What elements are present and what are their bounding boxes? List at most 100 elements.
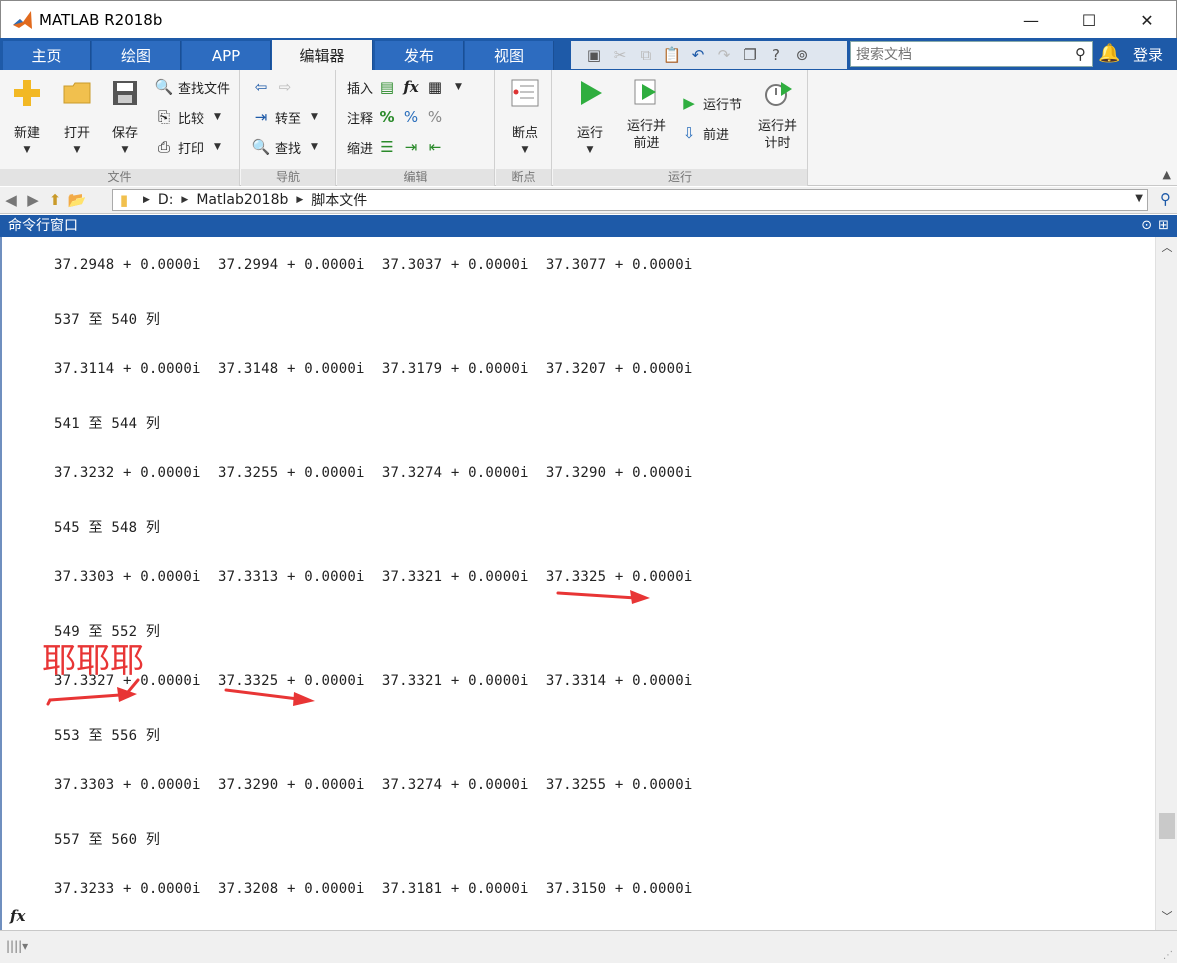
- chevron-down-icon[interactable]: ▼: [455, 82, 462, 92]
- forward-arrow-icon[interactable]: ▶: [22, 189, 44, 211]
- tab-home[interactable]: 主页: [3, 41, 91, 70]
- grip-icon[interactable]: ||||▾: [6, 939, 28, 953]
- customize-dropdown-icon[interactable]: ⊚: [791, 44, 813, 66]
- goto-button[interactable]: ⇥ 转至 ▼: [251, 106, 318, 128]
- resize-grip-icon[interactable]: ⋰: [1163, 950, 1173, 961]
- up-folder-icon[interactable]: ⬆: [44, 189, 66, 211]
- path-segment[interactable]: Matlab2018b: [196, 192, 288, 208]
- annotation-text: 耶耶耶: [42, 641, 144, 681]
- advance-icon: ⇩: [682, 124, 696, 142]
- title-bar: MATLAB R2018b — ☐ ✕: [0, 0, 1177, 38]
- tab-editor[interactable]: 编辑器: [272, 40, 373, 70]
- output-line: 553 至 556 列: [54, 728, 161, 744]
- find-files-label: 查找文件: [178, 81, 231, 97]
- collapse-ribbon-icon[interactable]: ▲: [1163, 168, 1171, 181]
- actions-menu-icon[interactable]: ⊙: [1141, 215, 1152, 237]
- run-advance-button[interactable]: 运行并 前进: [627, 76, 666, 152]
- chevron-down-icon: ▼: [23, 145, 31, 155]
- output-line: 37.3114 + 0.0000i 37.3148 + 0.0000i 37.3…: [54, 361, 693, 377]
- maximize-button[interactable]: ☐: [1060, 1, 1118, 39]
- back-forward-buttons[interactable]: ⇦ ⇨: [251, 76, 295, 98]
- breakpoints-icon: [508, 76, 542, 110]
- find-button[interactable]: 🔍 查找 ▼: [251, 136, 318, 158]
- run-section-icon: ▶: [683, 94, 695, 112]
- chevron-down-icon: ▼: [73, 145, 81, 155]
- tab-view[interactable]: 视图: [465, 41, 554, 70]
- decrease-indent-icon[interactable]: ⇤: [425, 137, 445, 157]
- save-button[interactable]: 保存 ▼: [108, 76, 142, 155]
- copy-icon[interactable]: ⧉: [635, 44, 657, 66]
- tab-plots[interactable]: 绘图: [92, 41, 181, 70]
- redo-icon[interactable]: ↷: [713, 44, 735, 66]
- save-label: 保存: [111, 126, 138, 141]
- find-files-button[interactable]: 🔍 查找文件: [154, 76, 230, 98]
- compare-button[interactable]: ⎘ 比较 ▼: [154, 106, 221, 128]
- vertical-scrollbar[interactable]: ︿ ﹀: [1155, 237, 1177, 930]
- chevron-down-icon: ▼: [121, 145, 129, 155]
- chevron-down-icon: ▼: [214, 112, 221, 122]
- scroll-down-icon[interactable]: ﹀: [1156, 908, 1177, 928]
- chevron-down-icon: ▼: [214, 142, 221, 152]
- advance-button[interactable]: ⇩ 前进: [679, 122, 729, 144]
- path-segment[interactable]: D:: [158, 192, 174, 208]
- fx-prompt-icon[interactable]: fx: [10, 907, 25, 925]
- breakpoints-label: 断点: [511, 126, 538, 141]
- uncomment-icon[interactable]: %: [401, 107, 421, 127]
- new-button[interactable]: 新建 ▼: [10, 76, 44, 155]
- path-field[interactable]: ▮ ▶ D: ▶ Matlab2018b ▶ 脚本文件 ▼: [112, 189, 1148, 211]
- comment-label: 注释: [347, 111, 374, 127]
- current-folder-bar: ◀ ▶ ⬆ 📂 ▮ ▶ D: ▶ Matlab2018b ▶ 脚本文件 ▼ ⚲: [0, 187, 1177, 214]
- insert-section-icon[interactable]: ▤: [377, 77, 397, 97]
- tab-publish[interactable]: 发布: [375, 41, 464, 70]
- run-time-button[interactable]: 运行并 计时: [758, 76, 797, 152]
- command-window-header: 命令行窗口 ⊙ ⊞: [0, 215, 1177, 237]
- save-icon[interactable]: ▣: [583, 44, 605, 66]
- help-icon[interactable]: ?: [765, 44, 787, 66]
- notification-icon[interactable]: 🔔: [1098, 43, 1120, 64]
- increase-indent-icon[interactable]: ⇥: [401, 137, 421, 157]
- chevron-down-icon[interactable]: ▼: [1135, 193, 1143, 204]
- forward-arrow-icon[interactable]: ⇨: [275, 77, 295, 97]
- browse-folder-icon[interactable]: 📂: [66, 189, 88, 211]
- scrollbar-thumb[interactable]: [1159, 813, 1175, 839]
- smart-indent-icon[interactable]: ☰: [377, 137, 397, 157]
- minimize-button[interactable]: —: [1002, 1, 1060, 39]
- comment-row: 注释 % % %: [347, 106, 445, 128]
- path-arrow-icon: ▶: [296, 195, 304, 205]
- undo-icon[interactable]: ↶: [687, 44, 709, 66]
- breakpoints-button[interactable]: 断点 ▼: [508, 76, 542, 155]
- maximize-panel-icon[interactable]: ⊞: [1158, 215, 1169, 237]
- path-segment[interactable]: 脚本文件: [311, 190, 367, 210]
- scroll-up-icon[interactable]: ︿: [1156, 239, 1177, 259]
- open-button[interactable]: 打开 ▼: [60, 76, 94, 155]
- paste-icon[interactable]: 📋: [661, 44, 683, 66]
- output-line: 545 至 548 列: [54, 520, 161, 536]
- floppy-icon: [108, 76, 142, 110]
- output-line: 37.3233 + 0.0000i 37.3208 + 0.0000i 37.3…: [54, 881, 693, 897]
- cut-icon[interactable]: ✂: [609, 44, 631, 66]
- back-arrow-icon[interactable]: ⇦: [251, 77, 271, 97]
- print-label: 打印: [178, 141, 205, 157]
- chevron-down-icon: ▼: [586, 145, 594, 155]
- search-icon[interactable]: ⚲: [1160, 190, 1171, 208]
- command-window[interactable]: 37.2948 + 0.0000i 37.2994 + 0.0000i 37.3…: [0, 237, 1177, 930]
- comment-icon[interactable]: %: [377, 107, 397, 127]
- run-section-button[interactable]: ▶ 运行节: [679, 92, 742, 114]
- back-arrow-icon[interactable]: ◀: [0, 189, 22, 211]
- fx-icon[interactable]: fx: [401, 77, 421, 97]
- tab-apps[interactable]: APP: [182, 41, 271, 70]
- magnifier-icon: 🔍: [251, 138, 271, 156]
- print-button[interactable]: ⎙ 打印 ▼: [154, 136, 221, 158]
- wrap-comment-icon[interactable]: %: [425, 107, 445, 127]
- run-button[interactable]: 运行 ▼: [573, 76, 607, 155]
- search-icon[interactable]: ⚲: [1075, 45, 1086, 63]
- edit-group-label: 编辑: [337, 169, 494, 186]
- new-label: 新建: [13, 126, 40, 141]
- function-icon[interactable]: ▦: [425, 77, 445, 97]
- output-line: 537 至 540 列: [54, 312, 161, 328]
- switch-windows-icon[interactable]: ❐: [739, 44, 761, 66]
- close-button[interactable]: ✕: [1118, 1, 1176, 39]
- ribbon: 新建 ▼ 打开 ▼ 保存 ▼ 🔍 查找文件 ⎘ 比较 ▼ ⎙ 打印 ▼ 文件 ⇦…: [0, 70, 1177, 186]
- login-button[interactable]: 登录: [1133, 44, 1163, 65]
- search-input[interactable]: [851, 46, 1061, 62]
